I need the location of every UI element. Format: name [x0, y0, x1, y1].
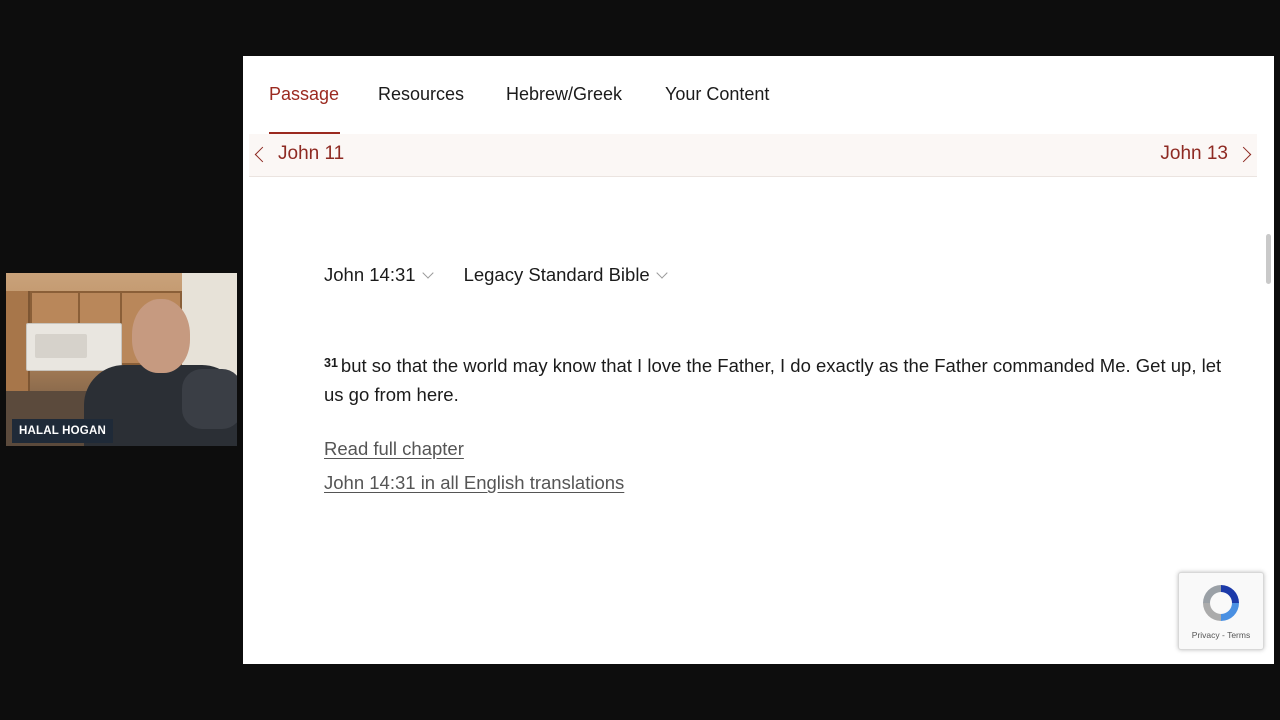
passage-links: Read full chapter John 14:31 in all Engl… [324, 432, 624, 500]
read-full-chapter-link[interactable]: Read full chapter [324, 432, 624, 466]
chevron-left-icon [254, 146, 271, 162]
webcam-tile: HALAL HOGAN [6, 273, 237, 446]
next-chapter-link[interactable]: John 13 [1160, 138, 1255, 170]
version-dropdown[interactable]: Legacy Standard Bible [463, 264, 668, 286]
recaptcha-icon [1203, 585, 1239, 621]
previous-chapter-link[interactable]: John 11 [251, 138, 344, 170]
microwave [26, 323, 122, 371]
person-arm [182, 369, 237, 429]
version-value: Legacy Standard Bible [463, 264, 650, 285]
next-chapter-label: John 13 [1160, 143, 1228, 164]
chevron-down-icon [421, 266, 434, 279]
verse-number: 31 [324, 356, 338, 370]
reference-value: John 14:31 [324, 264, 416, 285]
tab-resources[interactable]: Resources [378, 84, 464, 105]
verse-text: 31 but so that the world may know that I … [324, 351, 1224, 409]
recaptcha-badge[interactable]: Privacy - Terms [1178, 572, 1264, 650]
all-translations-link[interactable]: John 14:31 in all English translations [324, 466, 624, 500]
previous-chapter-label: John 11 [278, 143, 345, 164]
reference-dropdown[interactable]: John 14:31 [324, 264, 434, 286]
tab-bar: Passage Resources Hebrew/Greek Your Cont… [243, 56, 1274, 135]
passage-panel: Passage Resources Hebrew/Greek Your Cont… [243, 56, 1274, 664]
chevron-right-icon [1235, 146, 1252, 162]
passage-selectors: John 14:31 Legacy Standard Bible [324, 264, 698, 286]
scrollbar-thumb[interactable] [1266, 234, 1271, 284]
recaptcha-footer[interactable]: Privacy - Terms [1179, 630, 1263, 640]
cabinet [30, 291, 80, 325]
person-head [132, 299, 190, 373]
participant-name-tag: HALAL HOGAN [12, 419, 113, 443]
tab-passage[interactable]: Passage [269, 84, 339, 105]
verse-body: but so that the world may know that I lo… [324, 355, 1222, 405]
tab-your-content[interactable]: Your Content [665, 84, 769, 105]
tab-hebrew-greek[interactable]: Hebrew/Greek [506, 84, 622, 105]
cabinet [78, 291, 122, 325]
chapter-navigation: John 11 John 13 [249, 134, 1257, 177]
chevron-down-icon [656, 266, 668, 279]
